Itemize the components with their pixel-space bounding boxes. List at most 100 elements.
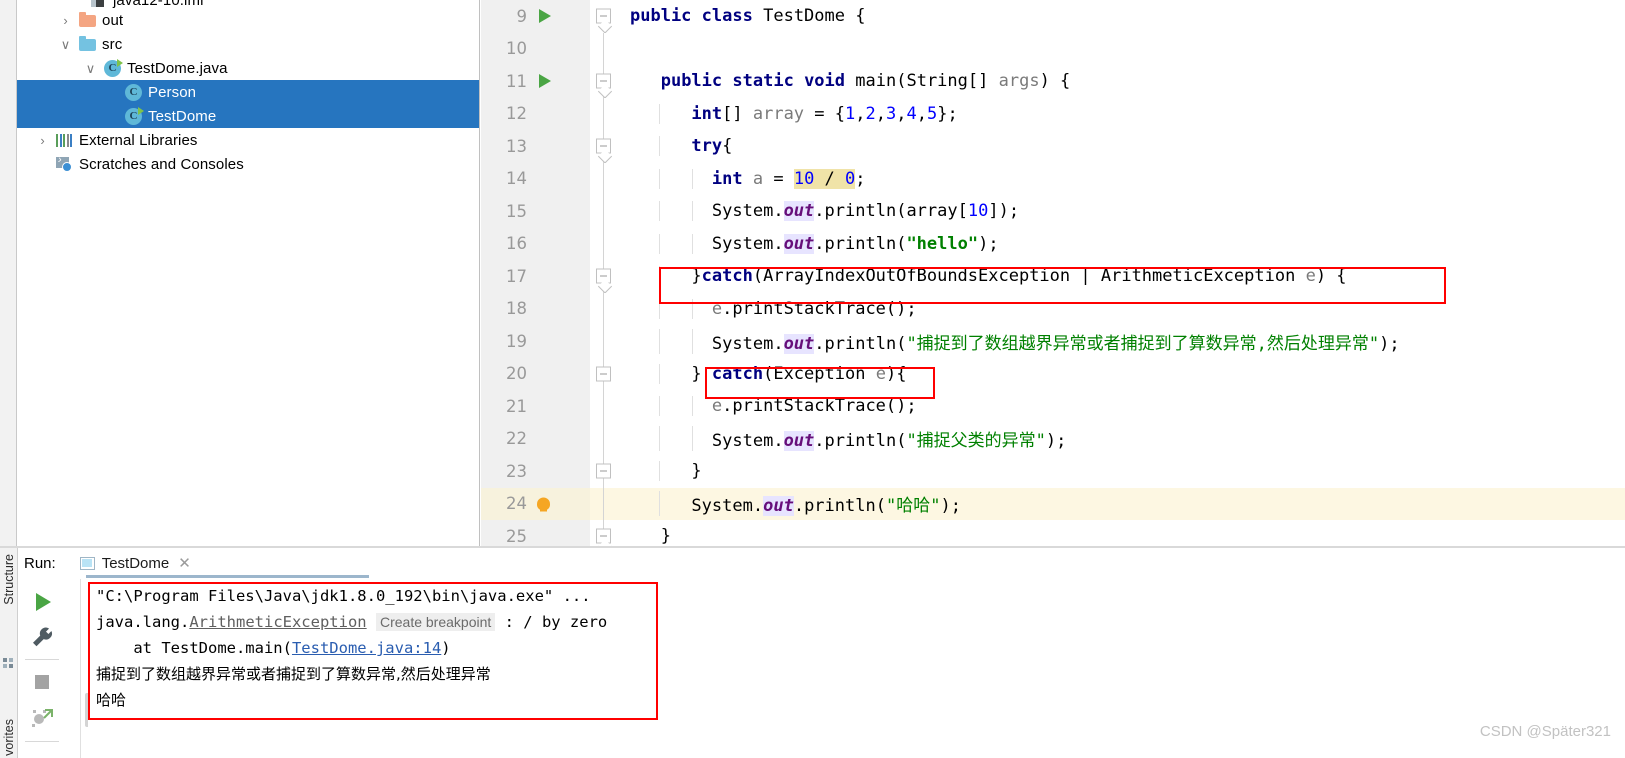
gutter-23[interactable]: 23	[481, 455, 590, 488]
gutter-25[interactable]: 25	[481, 520, 590, 548]
gutter-16[interactable]: 16	[481, 227, 590, 260]
fold-marker-icon[interactable]	[596, 268, 611, 284]
rerun-button[interactable]	[25, 585, 59, 619]
stop-button[interactable]	[25, 665, 59, 699]
edit-configuration-button[interactable]	[25, 621, 59, 655]
id-e: e	[711, 298, 723, 319]
editor-line-16[interactable]: 16 System.out.println("hello");	[481, 227, 1625, 260]
run-gutter-icon[interactable]	[539, 74, 551, 89]
line-number: 11	[506, 71, 527, 91]
code-line-25: }	[630, 526, 671, 547]
field-out: out	[783, 201, 815, 222]
fold-column-9[interactable]	[590, 0, 618, 33]
editor-line-19[interactable]: 19 System.out.println("捕捉到了数组越界异常或者捕捉到了算…	[481, 325, 1625, 358]
line-number: 24	[506, 494, 527, 514]
editor-line-15[interactable]: 15 System.out.println(array[10]);	[481, 195, 1625, 228]
gutter-24[interactable]: 24	[481, 487, 590, 520]
stacktrace-file-link[interactable]: TestDome.java:14	[292, 639, 441, 657]
run-tab-testdome[interactable]: TestDome ✕	[74, 548, 197, 578]
fold-column-11[interactable]	[590, 65, 618, 98]
tree-item-external-libraries[interactable]: › External Libraries	[17, 128, 479, 152]
run-gutter-icon[interactable]	[539, 9, 551, 24]
gutter-20[interactable]: 20	[481, 357, 590, 390]
tree-item-label: TestDome.java	[127, 59, 228, 77]
chevron-right-icon[interactable]: ›	[57, 14, 74, 27]
tab-favorites[interactable]: vorites	[2, 719, 16, 756]
gutter-17[interactable]: 17	[481, 260, 590, 293]
gutter-12[interactable]: 12	[481, 97, 590, 130]
tree-item-person[interactable]: C Person	[17, 80, 479, 104]
code-line-16: System.out.println("hello");	[618, 233, 1625, 254]
tree-item-scratches[interactable]: Scratches and Consoles	[17, 152, 479, 176]
editor-line-13[interactable]: 13 try{	[481, 130, 1625, 163]
stack-prefix: at TestDome.main(	[96, 639, 292, 657]
id-system: System	[711, 333, 774, 354]
run-tab-label: TestDome	[101, 554, 170, 572]
debug-rerun-icon[interactable]	[25, 701, 59, 735]
run-tool-window[interactable]: Structure vorites Run: TestDome ✕ "C:\Pr…	[0, 548, 1625, 758]
editor-line-21[interactable]: 21 e.printStackTrace();	[481, 390, 1625, 423]
editor-line-20[interactable]: 20 } catch(Exception e){	[481, 357, 1625, 390]
fold-marker-icon[interactable]	[596, 528, 611, 544]
gutter-14[interactable]: 14	[481, 162, 590, 195]
toolbar-separator	[25, 741, 59, 742]
chevron-down-icon[interactable]: ∨	[57, 38, 74, 51]
gutter-19[interactable]: 19	[481, 325, 590, 358]
project-tree-panel[interactable]: java12-10.iml › out ∨ src ∨ C TestDome.j…	[17, 0, 480, 548]
editor-line-23[interactable]: 23 }	[481, 455, 1625, 488]
fold-column-13[interactable]	[590, 130, 618, 163]
tab-structure[interactable]: Structure	[2, 554, 16, 605]
gutter-13[interactable]: 13	[481, 130, 590, 163]
tree-item-testdome[interactable]: C TestDome	[17, 104, 479, 128]
code-editor[interactable]: 9 public class TestDome { 10 11 public s…	[481, 0, 1625, 548]
gutter-9[interactable]: 9	[481, 0, 590, 33]
editor-line-9[interactable]: 9 public class TestDome {	[481, 0, 1625, 33]
editor-line-18[interactable]: 18 e.printStackTrace();	[481, 292, 1625, 325]
gutter-15[interactable]: 15	[481, 195, 590, 228]
gutter-10[interactable]: 10	[481, 32, 590, 65]
id-e: e	[711, 396, 723, 417]
line-number: 9	[516, 6, 528, 26]
editor-line-17[interactable]: 17 }catch(ArrayIndexOutOfBoundsException…	[481, 260, 1625, 293]
fold-marker-icon[interactable]	[596, 463, 611, 479]
fold-column-20[interactable]	[590, 357, 618, 390]
kw-catch: catch	[701, 266, 753, 287]
exception-suffix: : / by zero	[495, 613, 608, 631]
code-line-14: int a = 10 / 0;	[618, 168, 1625, 189]
tree-item-src[interactable]: ∨ src	[17, 32, 479, 56]
fold-column-17[interactable]	[590, 260, 618, 293]
exception-name-link[interactable]: ArithmeticException	[189, 613, 366, 631]
editor-line-12[interactable]: 12 int[] array = {1,2,3,4,5};	[481, 97, 1625, 130]
close-icon[interactable]: ✕	[178, 554, 191, 572]
editor-line-24[interactable]: 24 System.out.println("哈哈");	[481, 487, 1625, 520]
gutter-11[interactable]: 11	[481, 65, 590, 98]
editor-line-14[interactable]: 14 int a = 10 / 0;	[481, 162, 1625, 195]
tree-item-out[interactable]: › out	[17, 8, 479, 32]
fold-column-25[interactable]	[590, 520, 618, 548]
console-line-stacktrace: at TestDome.main(TestDome.java:14)	[88, 635, 1625, 661]
tree-item-iml[interactable]: java12-10.iml	[17, 0, 479, 9]
tree-item-testdome-java[interactable]: ∨ C TestDome.java	[17, 56, 479, 80]
line-number: 18	[506, 299, 527, 319]
console-output[interactable]: "C:\Program Files\Java\jdk1.8.0_192\bin\…	[88, 583, 1625, 758]
editor-line-22[interactable]: 22 System.out.println("捕捉父类的异常");	[481, 422, 1625, 455]
editor-line-11[interactable]: 11 public static void main(String[] args…	[481, 65, 1625, 98]
gutter-21[interactable]: 21	[481, 390, 590, 423]
chevron-down-icon[interactable]: ∨	[82, 62, 99, 75]
intention-bulb-icon[interactable]	[537, 497, 550, 512]
fold-marker-icon[interactable]	[596, 366, 611, 382]
fold-column-23[interactable]	[590, 455, 618, 488]
gutter-18[interactable]: 18	[481, 292, 590, 325]
fold-marker-icon[interactable]	[596, 8, 611, 24]
fold-marker-icon[interactable]	[596, 73, 611, 89]
gutter-22[interactable]: 22	[481, 422, 590, 455]
id-system: System	[711, 201, 774, 222]
editor-line-25[interactable]: 25 }	[481, 520, 1625, 548]
run-toolbar-left[interactable]	[19, 579, 81, 758]
editor-line-10[interactable]: 10	[481, 32, 1625, 65]
create-breakpoint-hint[interactable]: Create breakpoint	[375, 613, 496, 631]
chevron-right-icon[interactable]: ›	[34, 134, 51, 147]
left-tool-tabs[interactable]: Structure vorites	[0, 548, 18, 758]
line-number: 19	[506, 331, 527, 351]
fold-marker-icon[interactable]	[596, 138, 611, 154]
